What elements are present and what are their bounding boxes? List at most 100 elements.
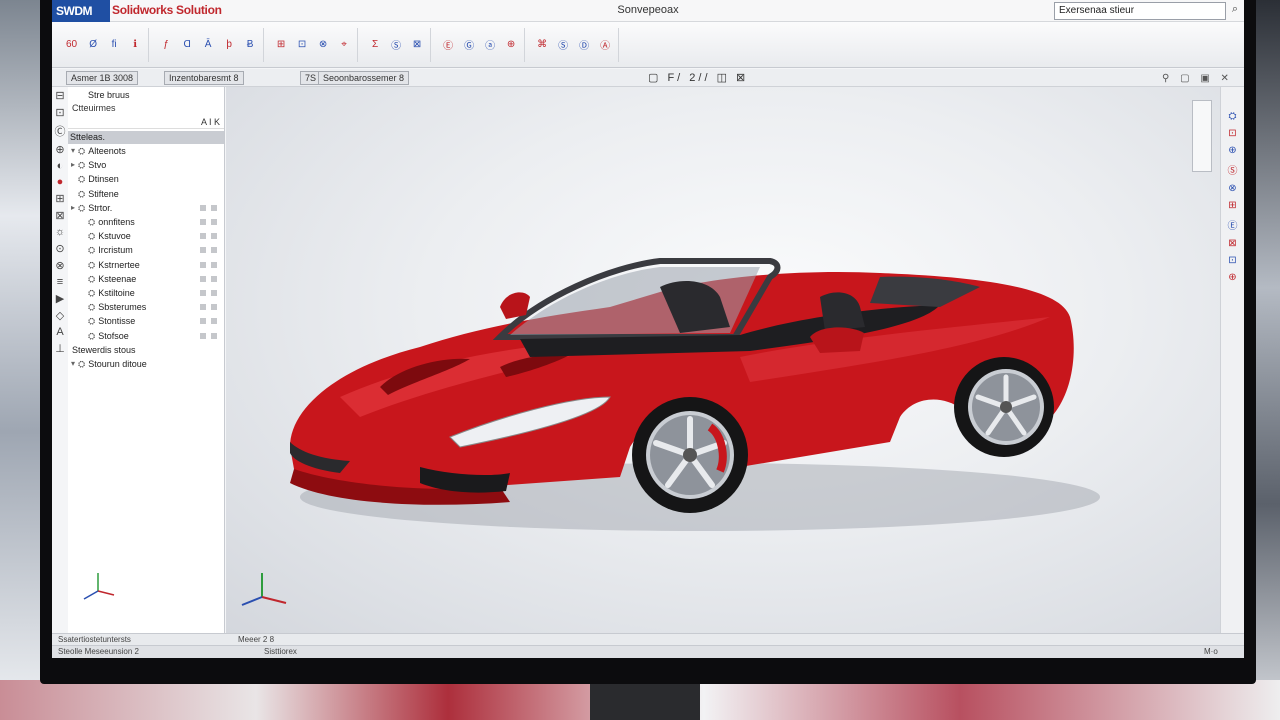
tree-node[interactable]: ⛭ Kstrnertee bbox=[68, 258, 224, 272]
tree-node-label: Ircristum bbox=[98, 245, 133, 256]
task-pane-icon[interactable]: ⊡ bbox=[1228, 128, 1236, 139]
tree-node-label: Alteenots bbox=[88, 146, 126, 157]
toolbar-button-5-2[interactable]: Ⓖ bbox=[460, 33, 478, 57]
status-markers bbox=[200, 304, 224, 311]
toolbar-button-5-4[interactable]: ⊕ bbox=[502, 33, 520, 57]
tree-node[interactable]: ⛭ Kstiltoine bbox=[68, 286, 224, 300]
tab-1[interactable]: Asmer 1B 3008 bbox=[66, 71, 139, 85]
task-pane-icon[interactable]: ⊞ bbox=[1228, 200, 1236, 211]
toolbar-button-6-2[interactable]: Ⓢ bbox=[554, 33, 572, 57]
feature-manager-icon[interactable]: ⊟ bbox=[55, 89, 64, 102]
status-markers bbox=[200, 204, 224, 211]
appearance-icon[interactable]: ● bbox=[57, 176, 64, 188]
toolbar-button-4-3[interactable]: ⊠ bbox=[408, 33, 426, 57]
suppress-marker bbox=[200, 289, 206, 296]
feature-tree-panel: Stre bruus Ctteuirmes A I K Stteleas. ▾ ⛭… bbox=[68, 87, 225, 633]
toolbar-button-4-1[interactable]: Ʃ bbox=[366, 33, 384, 57]
tree-node-label: Strtor. bbox=[88, 202, 113, 213]
suppress-marker bbox=[200, 332, 206, 339]
twisty-icon[interactable]: ▾ bbox=[68, 357, 78, 371]
property-manager-icon[interactable]: ⊡ bbox=[55, 106, 64, 119]
layer-icon[interactable]: ≡ bbox=[57, 276, 63, 288]
tree-node[interactable]: ▸ ⛭ Stvo bbox=[68, 158, 224, 172]
toolbar-button-2-3[interactable]: Ā bbox=[199, 33, 217, 57]
status-markers bbox=[200, 247, 224, 254]
dimxpert-icon[interactable]: ⊕ bbox=[55, 143, 64, 156]
pin-icon[interactable]: ⊥ bbox=[55, 342, 65, 355]
toolbar-button-6-4[interactable]: Ⓐ bbox=[596, 33, 614, 57]
toolbar-button-4-2[interactable]: Ⓢ bbox=[387, 33, 405, 57]
toolbar-button-6-3[interactable]: Ⓓ bbox=[575, 33, 593, 57]
tab-2[interactable]: Inzentobaresmt 8 bbox=[164, 71, 244, 85]
toolbar-button-2-1[interactable]: ƒ bbox=[157, 33, 175, 57]
toolbar-button-1-3[interactable]: fi bbox=[105, 33, 123, 57]
scene-icon[interactable]: ⊞ bbox=[55, 192, 64, 205]
tree-node[interactable]: ▸ ⛭ Strtor. bbox=[68, 201, 224, 215]
toolbar-button-2-4[interactable]: þ bbox=[220, 33, 238, 57]
toolbar-button-6-1[interactable]: ⌘ bbox=[533, 33, 551, 57]
tree-node[interactable]: ⛭ Kstuvoe bbox=[68, 229, 224, 243]
toolbar-button-1-1[interactable]: 60 bbox=[62, 33, 81, 57]
toolbar-button-5-3[interactable]: ⓐ bbox=[481, 33, 499, 57]
twisty-icon[interactable]: ▾ bbox=[68, 144, 78, 158]
config-manager-icon[interactable]: Ⓒ bbox=[55, 123, 66, 139]
tree-node[interactable]: ⛭ Stiftene bbox=[68, 187, 224, 201]
visibility-marker bbox=[211, 204, 217, 211]
status-markers bbox=[200, 219, 224, 226]
tree-section-header[interactable]: Stteleas. bbox=[68, 131, 224, 144]
task-pane-icon[interactable]: ⊡ bbox=[1228, 255, 1236, 266]
tab-4[interactable]: Seoonbarossemer 8 bbox=[318, 71, 410, 85]
camera-icon[interactable]: ⊙ bbox=[55, 242, 64, 255]
tree-node[interactable]: ▾ ⛭ Alteenots bbox=[68, 144, 224, 158]
motion-icon[interactable]: ▶ bbox=[56, 292, 64, 305]
task-pane-icon[interactable]: ⊕ bbox=[1228, 145, 1236, 156]
toolbar-button-2-5[interactable]: Ƀ bbox=[241, 33, 259, 57]
visibility-marker bbox=[211, 219, 217, 226]
toolbar-button-1-2[interactable]: Ø bbox=[84, 33, 102, 57]
task-pane-icon[interactable]: ⊗ bbox=[1228, 183, 1236, 194]
twisty-icon[interactable]: ▸ bbox=[68, 158, 78, 172]
toolbar-group-1: 60 Øfi ℹ bbox=[58, 27, 150, 62]
task-pane-icon[interactable]: ⛭ bbox=[1229, 111, 1237, 122]
tree-node[interactable]: ⛭ Ksteenae bbox=[68, 272, 224, 286]
toolbar-button-1-4[interactable]: ℹ bbox=[126, 33, 144, 57]
toolbar-button-3-3[interactable]: ⊗ bbox=[314, 33, 332, 57]
feature-icon: ⛭ bbox=[78, 146, 86, 157]
toolbar-button-5-1[interactable]: Ⓔ bbox=[439, 33, 457, 57]
task-pane-icon[interactable]: Ⓢ bbox=[1228, 162, 1238, 177]
toolbar-button-3-2[interactable]: ⊡ bbox=[293, 33, 311, 57]
task-pane-icon[interactable]: Ⓔ bbox=[1228, 217, 1238, 232]
search-input[interactable]: Exersenaa stieur bbox=[1054, 2, 1226, 20]
view-cube-panel[interactable] bbox=[1192, 100, 1212, 172]
tree-filter[interactable]: A I K bbox=[68, 117, 224, 129]
status-bar-lower: Steolle Meseeunsion 2 Sisttiorex M·o bbox=[52, 645, 1244, 658]
feature-icon: ⛭ bbox=[78, 160, 86, 171]
mate-icon[interactable]: ⊗ bbox=[55, 259, 64, 272]
display-manager-icon[interactable]: ◐ bbox=[57, 160, 64, 172]
toolbar-button-3-4[interactable]: ⌖ bbox=[335, 33, 353, 57]
status-markers bbox=[200, 233, 224, 240]
light-icon[interactable]: ☼ bbox=[55, 226, 65, 238]
twisty-icon[interactable]: ▸ bbox=[68, 201, 78, 215]
annotation-icon[interactable]: A bbox=[56, 326, 63, 338]
tree-node[interactable]: ⛭ Stofsoe bbox=[68, 328, 224, 342]
window-controls[interactable]: ⚲ ▢ ▣ ✕ bbox=[1162, 73, 1233, 84]
tree-node[interactable]: ⛭ Stontisse bbox=[68, 314, 224, 328]
decal-icon[interactable]: ⊠ bbox=[55, 209, 64, 222]
tree-node[interactable]: ⛭ Sbsterumes bbox=[68, 300, 224, 314]
sensor-icon[interactable]: ◇ bbox=[56, 309, 64, 322]
red-sports-car-model[interactable] bbox=[280, 247, 1100, 547]
tree-footer-1[interactable]: Stewerdis stous bbox=[68, 343, 224, 357]
graphics-viewport[interactable] bbox=[226, 87, 1220, 633]
toolbar-button-2-2[interactable]: Ɑ bbox=[178, 33, 196, 57]
tree-node[interactable]: ⛭ Ircristum bbox=[68, 243, 224, 257]
magnifier-icon[interactable]: ⌕ bbox=[1228, 3, 1242, 19]
heads-up-view-toolbar[interactable]: ▢ F/ 2// ◫ ⊠ bbox=[648, 71, 748, 84]
tree-node[interactable]: ⛭ Dtinsen bbox=[68, 172, 224, 186]
feature-icon: ⛭ bbox=[88, 287, 96, 298]
task-pane-icon[interactable]: ⊕ bbox=[1228, 272, 1236, 283]
tree-node[interactable]: ⛭ onnfitens bbox=[68, 215, 224, 229]
task-pane-icon[interactable]: ⊠ bbox=[1228, 238, 1236, 249]
toolbar-button-3-1[interactable]: ⊞ bbox=[272, 33, 290, 57]
tree-footer-2[interactable]: ▾ ⛭ Stourun ditoue bbox=[68, 357, 224, 371]
